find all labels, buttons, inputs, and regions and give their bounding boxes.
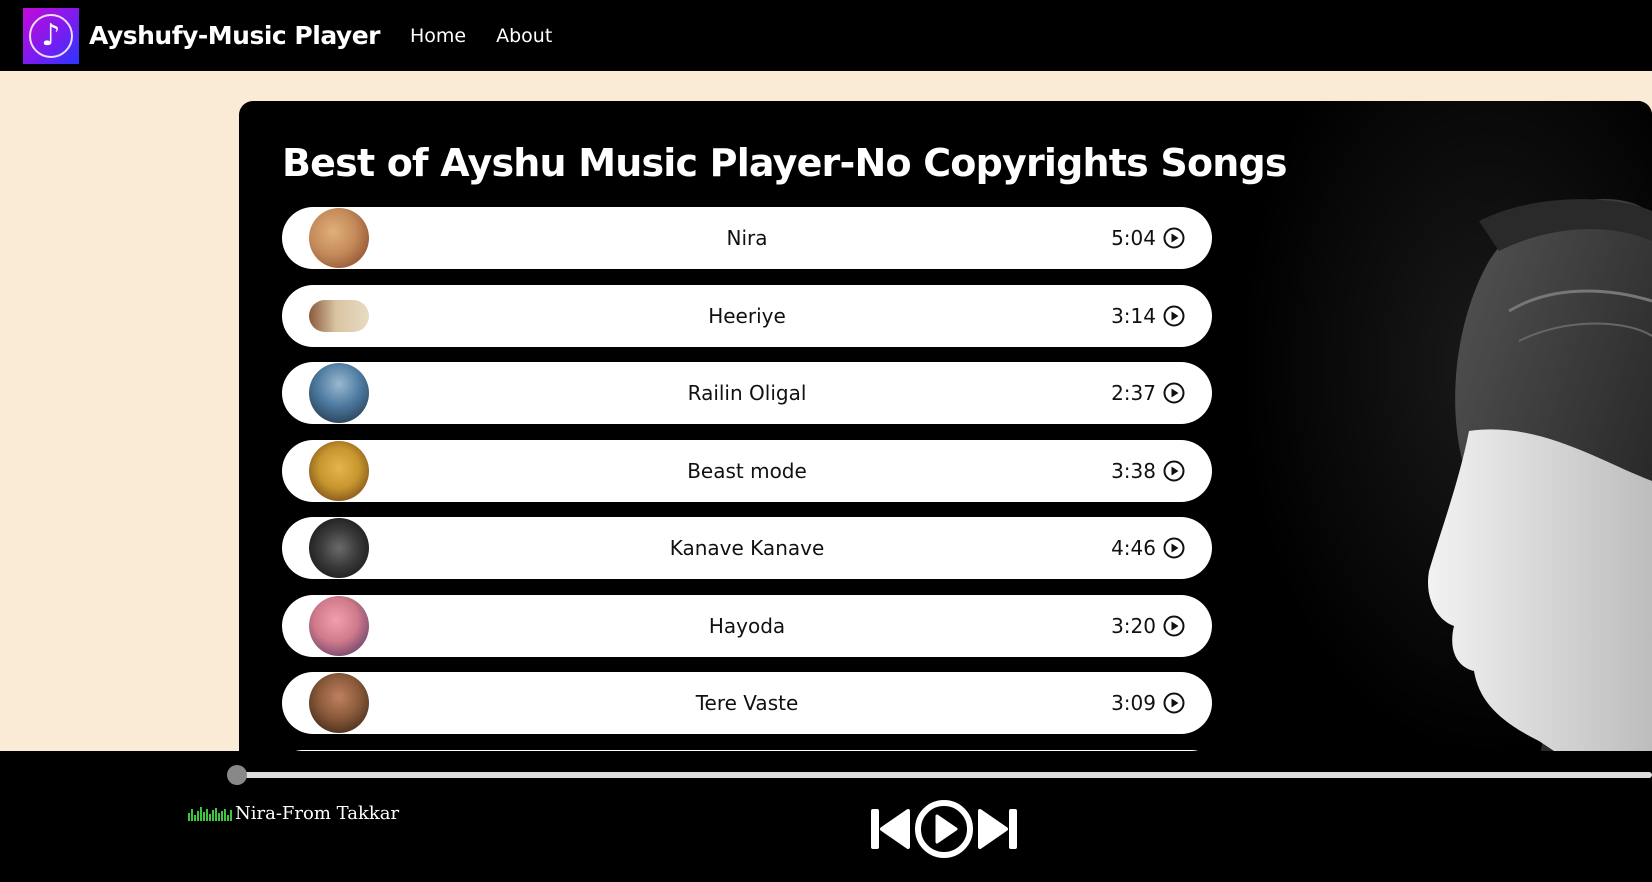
page-title: Best of Ayshu Music Player-No Copyrights… [282, 141, 1288, 185]
equalizer-icon [188, 806, 233, 821]
now-playing-title: Nira-From Takkar [235, 803, 400, 824]
album-art [309, 208, 369, 268]
album-art [309, 595, 369, 656]
play-circle-icon[interactable] [1163, 692, 1185, 714]
list-item[interactable]: Heeriye 3:14 [282, 284, 1212, 347]
album-art [309, 440, 369, 501]
face-silhouette-icon [1428, 198, 1652, 761]
song-title: Tere Vaste [695, 691, 799, 715]
song-list: Nira 5:04 Heeriye 3:14 Railin Oligal 2:3… [282, 207, 1212, 761]
song-duration: 5:04 [1111, 226, 1156, 250]
player-bar: Nira-From Takkar [0, 751, 1652, 882]
background-image [1239, 101, 1652, 761]
progress-bar[interactable] [236, 772, 1652, 778]
play-circle-icon[interactable] [1163, 537, 1185, 559]
play-circle-icon[interactable] [914, 799, 974, 859]
song-title: Railin Oligal [687, 381, 807, 405]
song-list-panel: Best of Ayshu Music Player-No Copyrights… [239, 101, 1652, 761]
skip-back-icon[interactable] [868, 805, 912, 853]
play-circle-icon[interactable] [1163, 615, 1185, 637]
brand-title[interactable]: Ayshufy-Music Player [89, 21, 381, 50]
song-title: Kanave Kanave [669, 536, 825, 560]
song-duration: 3:14 [1111, 303, 1156, 328]
list-item[interactable]: Tere Vaste 3:09 [282, 672, 1212, 734]
song-title: Heeriye [708, 303, 786, 328]
music-note-icon[interactable]: ♪ [23, 7, 79, 64]
list-item[interactable]: Nira 5:04 [282, 207, 1212, 269]
song-duration: 3:20 [1111, 613, 1156, 638]
song-duration: 2:37 [1111, 381, 1156, 405]
play-circle-icon[interactable] [1163, 382, 1185, 404]
song-title: Nira [726, 226, 768, 250]
play-circle-icon[interactable] [1163, 305, 1185, 327]
now-playing: Nira-From Takkar [188, 803, 399, 824]
song-duration: 4:46 [1111, 536, 1156, 560]
nav-about-link[interactable]: About [496, 25, 552, 47]
song-title: Hayoda [708, 613, 786, 638]
album-art [309, 299, 369, 332]
song-duration: 3:09 [1111, 691, 1156, 715]
skip-forward-icon[interactable] [976, 805, 1020, 853]
navbar: ♪ Ayshufy-Music Player Home About [0, 0, 1652, 71]
list-item[interactable]: Railin Oligal 2:37 [282, 362, 1212, 424]
list-item[interactable]: Hayoda 3:20 [282, 594, 1212, 657]
song-title: Beast mode [687, 458, 807, 483]
list-item[interactable]: Beast mode 3:38 [282, 439, 1212, 502]
progress-handle[interactable] [227, 765, 247, 785]
song-duration: 3:38 [1111, 458, 1156, 483]
nav-home-link[interactable]: Home [410, 25, 466, 47]
play-circle-icon[interactable] [1163, 227, 1185, 249]
playback-controls [868, 799, 1020, 859]
play-circle-icon[interactable] [1163, 460, 1185, 482]
list-item[interactable]: Kanave Kanave 4:46 [282, 517, 1212, 579]
album-art [309, 673, 369, 733]
album-art [309, 518, 369, 578]
album-art [309, 363, 369, 423]
